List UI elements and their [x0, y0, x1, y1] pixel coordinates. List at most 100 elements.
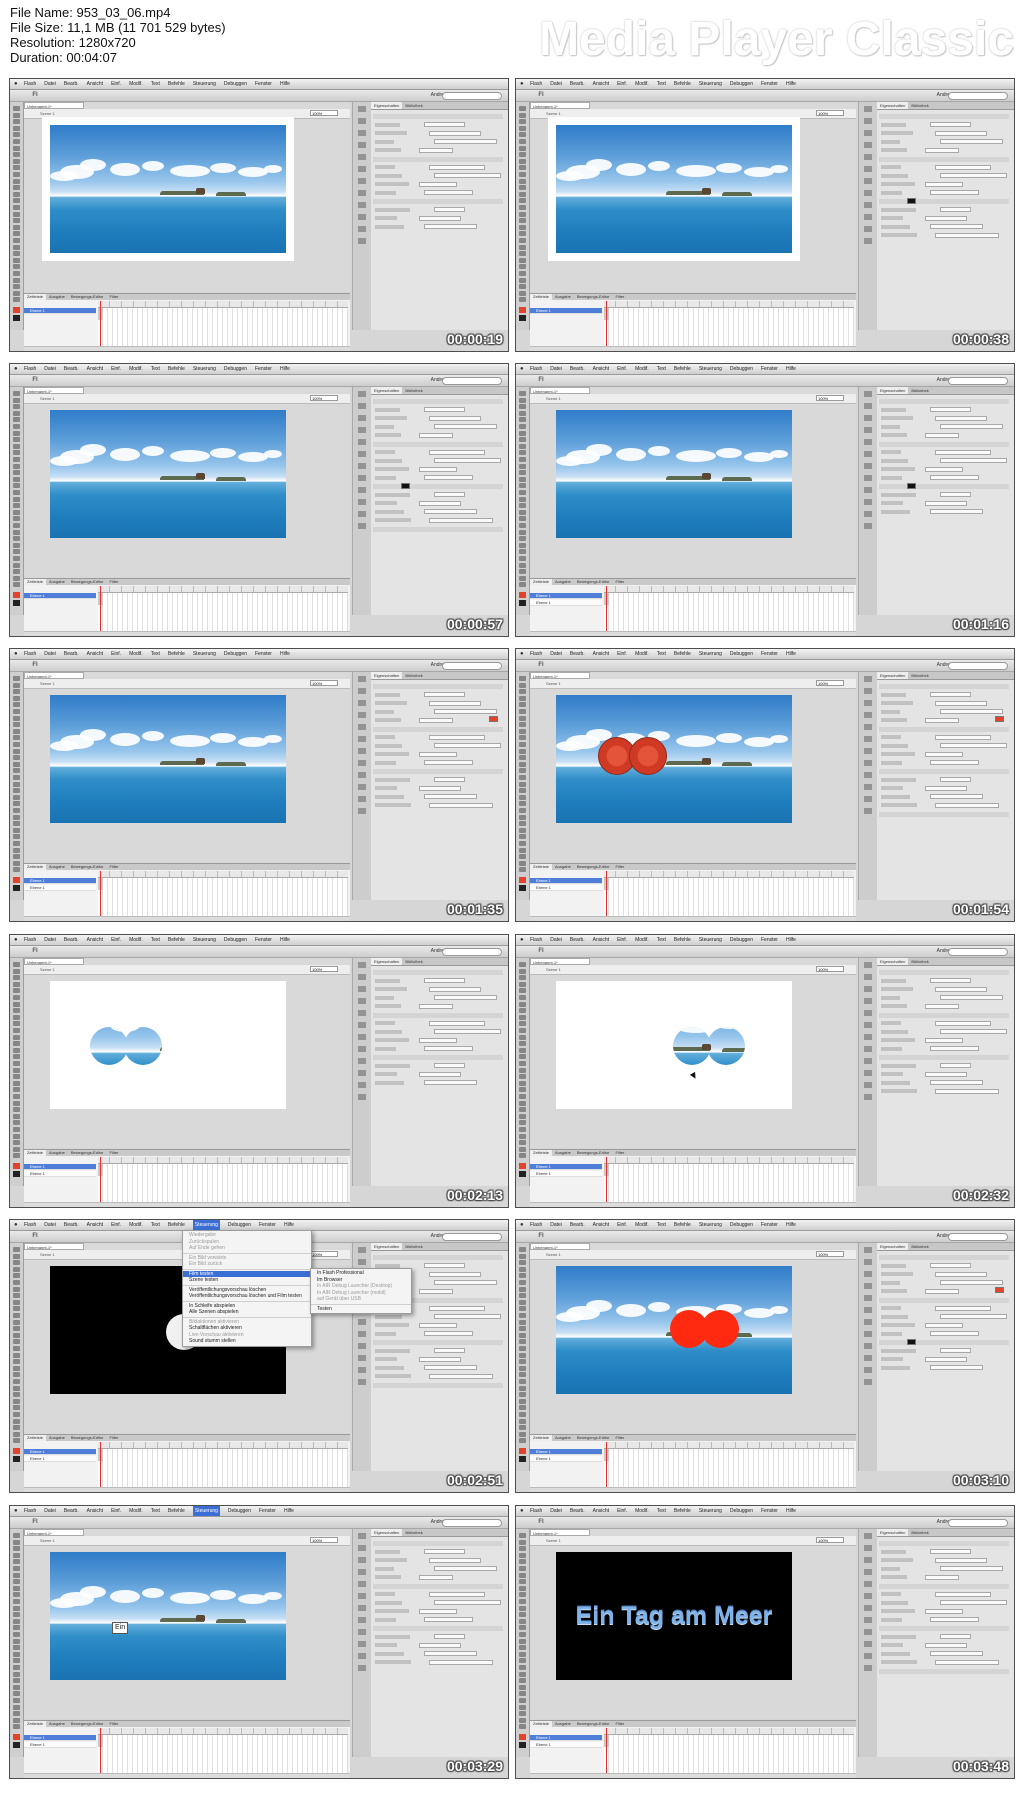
tool-icon[interactable] — [519, 244, 526, 250]
panel-icon[interactable] — [864, 178, 872, 184]
menu-item-1[interactable]: Datei — [44, 1220, 56, 1230]
panel-icon[interactable] — [358, 1593, 366, 1599]
property-field[interactable] — [940, 1600, 1007, 1605]
menu-item-8[interactable]: Steuerung — [699, 79, 722, 89]
tool-icon[interactable] — [519, 483, 526, 489]
stroke-color-swatch[interactable] — [519, 1742, 526, 1748]
property-field[interactable] — [940, 207, 971, 212]
property-field[interactable] — [935, 130, 987, 136]
menu-item-8[interactable]: Steuerung — [699, 649, 722, 659]
panel-icon[interactable] — [864, 511, 872, 517]
panel-icon[interactable] — [358, 1094, 366, 1100]
property-field[interactable] — [940, 173, 1007, 178]
tool-icon[interactable] — [13, 768, 20, 774]
properties-section-header[interactable] — [879, 199, 1009, 204]
timeline-tab-1[interactable]: Ausgabe — [552, 294, 574, 300]
property-field[interactable] — [925, 432, 959, 438]
timeline-ruler[interactable] — [98, 871, 348, 878]
timeline-layer[interactable]: Ebene 1 — [530, 1735, 602, 1741]
panel-icon[interactable] — [358, 214, 366, 220]
tool-icon[interactable] — [519, 775, 526, 780]
timeline-tab-0[interactable]: Zeitleiste — [530, 1150, 553, 1156]
panel-icon[interactable] — [864, 1593, 872, 1599]
tool-icon[interactable] — [13, 821, 20, 827]
timeline-frames[interactable] — [604, 878, 854, 920]
tool-icon[interactable] — [519, 801, 526, 807]
tool-icon[interactable] — [13, 251, 20, 257]
tool-icon[interactable] — [13, 794, 20, 800]
property-field[interactable] — [925, 1003, 959, 1009]
tool-icon[interactable] — [13, 284, 20, 290]
panel-icon[interactable] — [864, 1058, 872, 1064]
tool-icon[interactable] — [13, 1618, 20, 1624]
tool-icon[interactable] — [519, 1717, 526, 1723]
playhead[interactable] — [100, 1728, 101, 1778]
properties-section-header[interactable] — [879, 114, 1009, 119]
tool-icon[interactable] — [13, 1127, 20, 1132]
tool-icon[interactable] — [519, 1054, 526, 1060]
tool-icon[interactable] — [519, 1153, 526, 1159]
property-field[interactable] — [935, 802, 999, 808]
timeline-ruler[interactable] — [604, 1442, 854, 1449]
property-field[interactable] — [429, 1373, 493, 1379]
control-menu-item[interactable]: Auf Ende gehen — [183, 1245, 311, 1252]
tool-icon[interactable] — [13, 1658, 20, 1664]
timeline-tab-0[interactable]: Zeitleiste — [530, 294, 553, 300]
tool-icon[interactable] — [13, 1028, 20, 1033]
timeline-tab-2[interactable]: Bewegungs-Editor — [574, 1721, 613, 1727]
properties-section-header[interactable] — [879, 1255, 1009, 1260]
menu-item-2[interactable]: Bearb. — [570, 649, 585, 659]
search-input[interactable] — [948, 92, 1008, 100]
properties-tab-1[interactable]: Bibliothek — [908, 958, 931, 965]
control-menu-item[interactable]: Sound stumm stellen — [183, 1338, 311, 1345]
property-field[interactable] — [940, 777, 971, 782]
menu-item-6[interactable]: Text — [151, 1506, 160, 1516]
tool-icon[interactable] — [519, 1352, 526, 1358]
apple-icon[interactable]: ● — [520, 364, 526, 374]
tool-icon[interactable] — [13, 1140, 20, 1146]
menu-item-3[interactable]: Ansicht — [593, 1220, 609, 1230]
tool-icon[interactable] — [519, 1299, 526, 1305]
stroke-color-swatch[interactable] — [519, 1171, 526, 1177]
property-field[interactable] — [940, 1566, 1003, 1571]
fill-color-swatch[interactable] — [13, 1448, 20, 1454]
tool-icon[interactable] — [519, 1359, 526, 1365]
timeline-layer[interactable]: Ebene 1 — [530, 1164, 602, 1170]
timeline-frames[interactable] — [98, 1164, 348, 1206]
menu-item-7[interactable]: Befehle — [168, 364, 185, 374]
search-input[interactable] — [442, 1233, 502, 1241]
timeline-frames[interactable] — [98, 1735, 348, 1777]
tool-icon[interactable] — [519, 1127, 526, 1132]
properties-tab-1[interactable]: Bibliothek — [908, 672, 931, 679]
tool-icon[interactable] — [519, 430, 526, 436]
panel-icon[interactable] — [358, 1046, 366, 1052]
tool-icon[interactable] — [519, 211, 526, 217]
tool-icon[interactable] — [519, 503, 526, 509]
property-field[interactable] — [925, 1322, 963, 1328]
search-input[interactable] — [442, 948, 502, 956]
tool-icon[interactable] — [519, 1671, 526, 1677]
apple-icon[interactable]: ● — [14, 649, 20, 659]
menu-item-5[interactable]: Modif. — [129, 649, 143, 659]
tool-icon[interactable] — [13, 523, 20, 528]
tool-icon[interactable] — [519, 968, 526, 974]
fill-color-swatch[interactable] — [519, 1448, 526, 1454]
playhead[interactable] — [100, 586, 101, 636]
panel-icon[interactable] — [358, 1653, 366, 1659]
menu-item-6[interactable]: Text — [657, 1506, 666, 1516]
tool-icon[interactable] — [519, 1028, 526, 1033]
property-field[interactable] — [940, 743, 1007, 748]
tool-icon[interactable] — [519, 1612, 526, 1618]
timeline-tab-2[interactable]: Bewegungs-Editor — [68, 864, 107, 870]
tool-icon[interactable] — [519, 1572, 526, 1578]
tool-icon[interactable] — [13, 224, 20, 230]
panel-icon[interactable] — [864, 463, 872, 469]
menu-item-2[interactable]: Bearb. — [64, 649, 79, 659]
tool-icon[interactable] — [519, 516, 526, 522]
tool-icon[interactable] — [519, 509, 526, 515]
menu-item-3[interactable]: Ansicht — [87, 649, 103, 659]
video-thumbnail[interactable]: ● Flash Datei Bearb. Ansicht Einf. Modif. Text B… — [515, 1505, 1015, 1779]
panel-icon[interactable] — [358, 1629, 366, 1635]
tool-icon[interactable] — [519, 1313, 526, 1318]
playhead[interactable] — [606, 301, 607, 351]
